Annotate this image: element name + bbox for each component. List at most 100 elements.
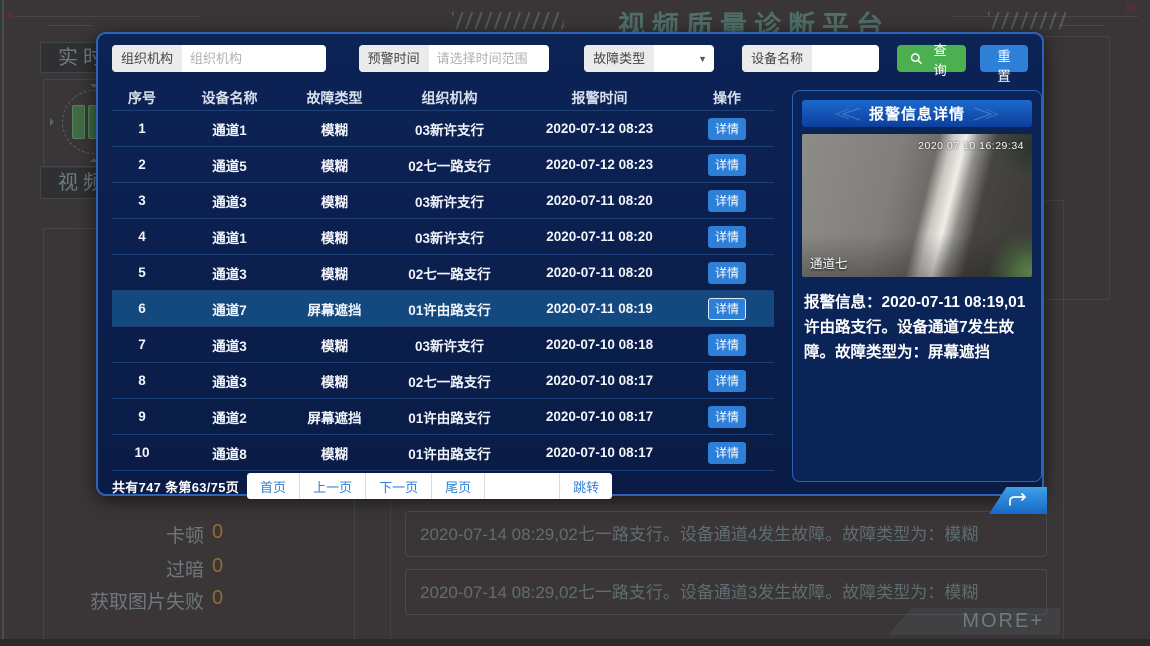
stat-value: 0 [212,521,223,544]
stat-value: 0 [212,555,223,578]
background-stat-row: 过暗 0 [44,555,354,581]
corner-square-decoration [6,12,13,19]
cell-alarm-time: 2020-07-12 08:23 [517,157,682,172]
prev-page-button[interactable]: 上一页 [300,473,366,499]
cell-device-name: 通道7 [172,299,287,319]
table-row[interactable]: 1通道1模糊03新许支行2020-07-12 08:23详情 [112,111,774,147]
background-stat-row: 获取图片失败 0 [44,587,354,613]
table-row[interactable]: 4通道1模糊03新许支行2020-07-11 08:20详情 [112,219,774,255]
org-filter-label: 组织机构 [112,45,182,72]
cell-fault-type: 模糊 [287,443,382,463]
cell-org: 02七一路支行 [382,155,517,175]
cell-action: 详情 [682,154,772,176]
fault-type-select[interactable]: ▼ [654,45,714,72]
detail-button[interactable]: 详情 [708,154,746,176]
return-arrow-icon [1005,493,1031,508]
time-range-input[interactable] [429,45,550,72]
cell-org: 03新许支行 [382,119,517,139]
more-button[interactable]: MORE+ [888,608,1060,635]
cell-alarm-time: 2020-07-10 08:17 [517,445,682,460]
cell-device-name: 通道2 [172,407,287,427]
table-row[interactable]: 6通道7屏幕遮挡01许由路支行2020-07-11 08:19详情 [112,291,774,327]
table-row[interactable]: 2通道5模糊02七一路支行2020-07-12 08:23详情 [112,147,774,183]
pagination-bar: 共有747 条第63/75页 首页 上一页 下一页 尾页 跳转 [112,473,774,499]
next-page-button[interactable]: 下一页 [366,473,432,499]
detail-button[interactable]: 详情 [708,262,746,284]
table-row[interactable]: 3通道3模糊03新许支行2020-07-11 08:20详情 [112,183,774,219]
page-jump-input[interactable] [485,473,560,499]
detail-button[interactable]: 详情 [708,298,746,320]
header-fault-type: 故障类型 [287,88,382,108]
cell-device-name: 通道1 [172,227,287,247]
detail-button[interactable]: 详情 [708,442,746,464]
alarm-detail-title-bar: 报警信息详情 [802,100,1032,127]
cell-action: 详情 [682,262,772,284]
last-page-button[interactable]: 尾页 [432,473,485,499]
table-row[interactable]: 8通道3模糊02七一路支行2020-07-10 08:17详情 [112,363,774,399]
table-row[interactable]: 10通道8模糊01许由路支行2020-07-10 08:17详情 [112,435,774,471]
alarm-table-body: 1通道1模糊03新许支行2020-07-12 08:23详情2通道5模糊02七一… [112,111,774,471]
fault-type-filter: 故障类型 ▼ [584,45,714,72]
cell-alarm-time: 2020-07-10 08:18 [517,337,682,352]
table-row[interactable]: 7通道3模糊03新许支行2020-07-10 08:18详情 [112,327,774,363]
alarm-detail-panel: 报警信息详情 2020 07 10 16:29:34 通道七 报警信息：2020… [792,90,1042,482]
chevron-down-icon: ▼ [698,54,707,64]
alarm-time-filter-label: 预警时间 [359,45,429,72]
search-button[interactable]: 查询 [897,45,966,72]
cell-action: 详情 [682,406,772,428]
org-input[interactable] [182,45,326,72]
detail-button[interactable]: 详情 [708,190,746,212]
return-button[interactable] [989,487,1047,514]
reset-button[interactable]: 重置 [980,45,1028,72]
title-slash-decoration [988,12,1068,29]
device-name-filter-label: 设备名称 [742,45,812,72]
header-no: 序号 [112,88,172,108]
top-left-bracket-decoration [47,13,100,26]
cell-fault-type: 模糊 [287,371,382,391]
detail-button[interactable]: 详情 [708,118,746,140]
device-name-filter: 设备名称 [742,45,879,72]
jump-button[interactable]: 跳转 [560,473,612,499]
cell-device-name: 通道1 [172,119,287,139]
stat-label: 过暗 [166,555,204,582]
cell-org: 02七一路支行 [382,263,517,283]
table-row[interactable]: 9通道2屏幕遮挡01许由路支行2020-07-10 08:17详情 [112,399,774,435]
cell-device-name: 通道3 [172,335,287,355]
pagination-controls: 首页 上一页 下一页 尾页 跳转 [247,473,612,499]
cell-fault-type: 模糊 [287,191,382,211]
table-row[interactable]: 5通道3模糊02七一路支行2020-07-11 08:20详情 [112,255,774,291]
cell-alarm-time: 2020-07-11 08:20 [517,265,682,280]
cell-no: 3 [112,193,172,208]
search-button-label: 查询 [927,39,953,79]
detail-button[interactable]: 详情 [708,406,746,428]
device-name-input[interactable] [812,45,879,72]
cell-org: 01许由路支行 [382,299,517,319]
filter-bar: 组织机构 预警时间 故障类型 ▼ 设备名称 查询 重置 [112,45,1028,72]
stat-value: 0 [212,587,223,610]
cell-action: 详情 [682,226,772,248]
detail-button[interactable]: 详情 [708,226,746,248]
alarm-detail-title: 报警信息详情 [869,103,965,124]
first-page-button[interactable]: 首页 [247,473,300,499]
detail-button[interactable]: 详情 [708,334,746,356]
cell-device-name: 通道8 [172,443,287,463]
stat-label: 卡顿 [166,521,204,548]
header-device-name: 设备名称 [172,88,287,108]
cell-org: 01许由路支行 [382,443,517,463]
bottom-edge-decoration [0,639,1150,646]
stat-label: 获取图片失败 [90,587,204,614]
alarm-snapshot-image: 2020 07 10 16:29:34 通道七 [802,134,1032,277]
cell-fault-type: 模糊 [287,155,382,175]
title-slash-decoration [452,12,564,29]
cell-alarm-time: 2020-07-12 08:23 [517,121,682,136]
org-filter: 组织机构 [112,45,326,72]
cell-action: 详情 [682,190,772,212]
gauge-arrow-icon [50,118,58,126]
alarm-table: 序号 设备名称 故障类型 组织机构 报警时间 操作 1通道1模糊03新许支行20… [112,85,774,499]
detail-button[interactable]: 详情 [708,370,746,392]
cell-fault-type: 屏幕遮挡 [287,407,382,427]
cell-fault-type: 屏幕遮挡 [287,299,382,319]
cell-no: 5 [112,265,172,280]
cell-fault-type: 模糊 [287,227,382,247]
snapshot-channel-label: 通道七 [810,253,848,272]
